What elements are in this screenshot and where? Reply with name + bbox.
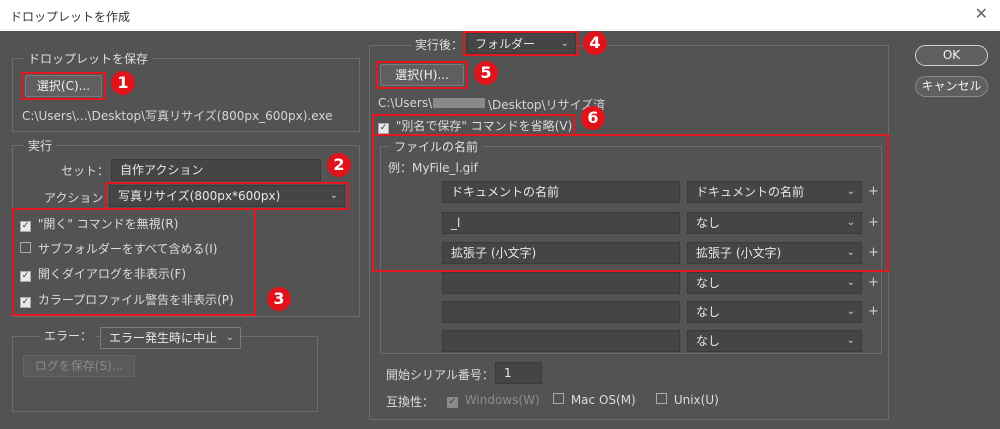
error-select[interactable]: エラー発生時に中止 ⌄ — [100, 327, 241, 349]
redacted-username — [433, 98, 485, 108]
badge-6: 6 — [581, 106, 605, 130]
chevron-down-icon: ⌄ — [329, 190, 338, 201]
serial-label: 開始シリアル番号： — [386, 368, 494, 382]
compat-label: 互換性： — [386, 395, 435, 409]
checkbox[interactable]: ✓ — [20, 297, 31, 308]
option-ignore-open[interactable]: ✓ "開く" コマンドを無視(R) — [20, 215, 178, 232]
option-suppress-open-dialog-label: 開くダイアログを非表示(F) — [37, 267, 187, 281]
compat-mac-label: Mac OS(M) — [570, 393, 636, 407]
error-select-value: エラー発生時に中止 — [109, 331, 218, 345]
save-choose-button[interactable]: 選択(C)... — [25, 75, 102, 97]
action-select[interactable]: 写真リサイズ(800px*600px) ⌄ — [109, 185, 345, 207]
ok-button[interactable]: OK — [915, 45, 988, 66]
badge-5: 5 — [474, 61, 498, 85]
error-label: エラー： — [40, 327, 97, 344]
naming-option-select[interactable]: 拡張子 (小文字) ⌄ — [687, 242, 862, 264]
set-label: セット： — [61, 164, 110, 178]
option-suppress-open-dialog[interactable]: ✓ 開くダイアログを非表示(F) — [20, 265, 186, 282]
compat-unix[interactable]: Unix(U) — [656, 393, 719, 407]
chevron-down-icon: ⌄ — [846, 335, 855, 346]
after-run-label: 実行後： — [411, 36, 468, 53]
naming-text-field[interactable]: _l — [442, 212, 680, 234]
compat-mac[interactable]: Mac OS(M) — [553, 393, 636, 407]
naming-option-select[interactable]: なし ⌄ — [687, 330, 862, 352]
naming-text-field[interactable]: ドキュメントの名前 — [442, 181, 680, 203]
naming-option-value: なし — [696, 334, 721, 348]
close-icon[interactable]: ✕ — [975, 4, 988, 23]
badge-2: 2 — [327, 153, 351, 177]
naming-example: 例：MyFile_l.gif — [388, 161, 478, 175]
option-include-subfolders-label: サブフォルダーをすべて含める(I) — [37, 242, 218, 256]
naming-option-value: 拡張子 (小文字) — [696, 246, 782, 260]
checkbox[interactable]: ✓ — [20, 221, 31, 232]
override-save-as-option[interactable]: ✓ "別名で保存" コマンドを省略(V) — [378, 117, 572, 134]
window-title: ドロップレットを作成 — [10, 10, 131, 24]
badge-3: 3 — [267, 287, 291, 311]
naming-text-field[interactable] — [442, 301, 680, 323]
save-log-button[interactable]: ログを保存(S)... — [23, 355, 135, 377]
naming-text-field[interactable]: 拡張子 (小文字) — [442, 242, 680, 264]
title-bar: ドロップレットを作成 ✕ — [0, 0, 1000, 31]
chevron-down-icon: ⌄ — [846, 306, 855, 317]
set-field[interactable]: 自作アクション — [111, 159, 321, 181]
naming-option-value: なし — [696, 276, 721, 290]
badge-1: 1 — [111, 71, 135, 95]
badge-4: 4 — [583, 31, 607, 55]
chevron-down-icon: ⌄ — [560, 38, 569, 49]
naming-option-select[interactable]: なし ⌄ — [687, 301, 862, 323]
droplet-path: C:\Users\...\Desktop\写真リサイズ(800px_600px)… — [22, 109, 333, 123]
after-run-select[interactable]: フォルダー ⌄ — [466, 33, 576, 54]
naming-text-field[interactable] — [442, 272, 680, 294]
naming-option-select[interactable]: なし ⌄ — [687, 272, 862, 294]
add-row-icon[interactable]: + — [868, 215, 879, 230]
after-choose-button[interactable]: 選択(H)... — [380, 64, 464, 86]
chevron-down-icon: ⌄ — [225, 332, 234, 343]
add-row-icon[interactable]: + — [868, 275, 879, 290]
destination-path-left: C:\Users\ — [378, 96, 433, 110]
option-suppress-color-warning[interactable]: ✓ カラープロファイル警告を非表示(P) — [20, 291, 234, 308]
chevron-down-icon: ⌄ — [846, 277, 855, 288]
after-run-select-value: フォルダー — [475, 37, 536, 51]
chevron-down-icon: ⌄ — [846, 186, 855, 197]
checkbox[interactable]: ✓ — [20, 271, 31, 282]
naming-option-select[interactable]: ドキュメントの名前 ⌄ — [687, 181, 862, 203]
checkbox[interactable] — [553, 393, 564, 404]
compat-windows-label: Windows(W) — [464, 393, 540, 407]
add-row-icon[interactable]: + — [868, 304, 879, 319]
option-suppress-color-warning-label: カラープロファイル警告を非表示(P) — [37, 293, 234, 307]
chevron-down-icon: ⌄ — [846, 217, 855, 228]
run-legend: 実行 — [24, 137, 57, 154]
chevron-down-icon: ⌄ — [846, 247, 855, 258]
checkbox[interactable]: ✓ — [447, 397, 458, 408]
add-row-icon[interactable]: + — [868, 184, 879, 199]
naming-text-field[interactable] — [442, 330, 680, 352]
serial-field[interactable]: 1 — [495, 362, 542, 384]
naming-option-value: ドキュメントの名前 — [696, 185, 805, 199]
action-select-value: 写真リサイズ(800px*600px) — [118, 189, 281, 203]
naming-option-value: なし — [696, 216, 721, 230]
save-droplet-legend: ドロップレットを保存 — [24, 50, 153, 67]
compat-windows[interactable]: ✓ Windows(W) — [447, 393, 540, 408]
checkbox[interactable] — [20, 242, 31, 253]
compat-unix-label: Unix(U) — [673, 393, 719, 407]
checkbox[interactable] — [656, 393, 667, 404]
naming-option-select[interactable]: なし ⌄ — [687, 212, 862, 234]
naming-option-value: なし — [696, 305, 721, 319]
add-row-icon[interactable]: + — [868, 245, 879, 260]
checkbox[interactable]: ✓ — [378, 123, 389, 134]
option-ignore-open-label: "開く" コマンドを無視(R) — [37, 217, 179, 231]
override-save-as-label: "別名で保存" コマンドを省略(V) — [395, 119, 573, 133]
cancel-button[interactable]: キャンセル — [915, 76, 988, 97]
option-include-subfolders[interactable]: サブフォルダーをすべて含める(I) — [20, 240, 217, 257]
